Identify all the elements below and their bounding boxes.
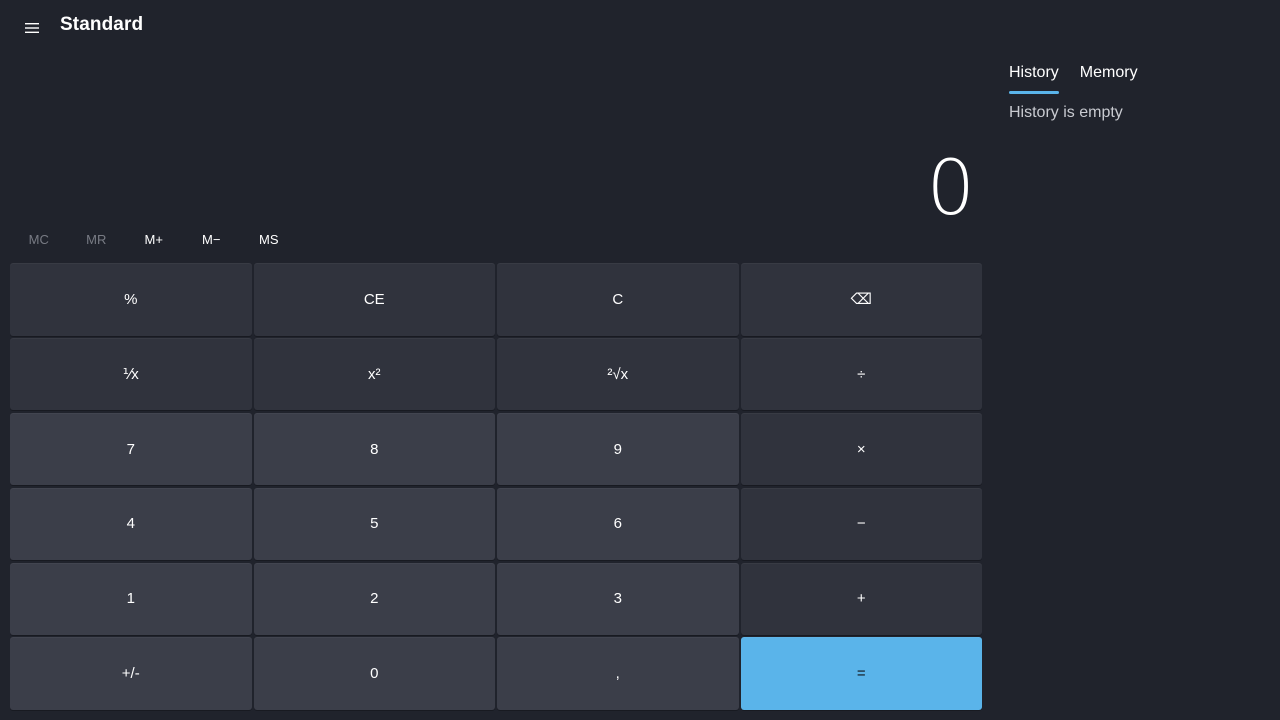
reciprocal-label: ⅟x (122, 366, 139, 384)
digit-8-button[interactable]: 8 (253, 412, 495, 486)
tab-history[interactable]: History (1009, 64, 1059, 94)
add-button[interactable]: + (740, 562, 982, 636)
digit-6-button[interactable]: 6 (497, 487, 739, 561)
digit-8-label: 8 (370, 440, 379, 458)
side-panel-tabs: History Memory (1009, 64, 1138, 94)
memory-button-mminus[interactable]: M− (183, 224, 241, 254)
digit-0-label: 0 (370, 665, 379, 683)
decimal-label: , (615, 665, 620, 683)
reciprocal-button[interactable]: ⅟x (10, 337, 252, 411)
clear-entry-label: CE (363, 290, 385, 308)
square-root-button[interactable]: ²√x (497, 337, 739, 411)
digit-1-label: 1 (126, 590, 135, 608)
digit-3-button[interactable]: 3 (497, 562, 739, 636)
digit-7-button[interactable]: 7 (10, 412, 252, 486)
digit-9-button[interactable]: 9 (497, 412, 739, 486)
divide-button[interactable]: ÷ (740, 337, 982, 411)
decimal-button[interactable]: , (497, 637, 739, 710)
square-root-label: ²√x (607, 365, 629, 383)
square-button[interactable]: x² (253, 337, 495, 411)
negate-label: +/- (121, 665, 140, 683)
add-label: + (856, 590, 866, 608)
memory-button-ms[interactable]: MS (240, 224, 298, 254)
memory-button-mr: MR (86, 231, 107, 247)
memory-button-mc: MC (28, 231, 49, 247)
mode-title: Standard (60, 14, 144, 35)
equals-button[interactable]: = (740, 637, 982, 710)
digit-0-button[interactable]: 0 (253, 637, 495, 710)
memory-controls: MC MR M+ M− MS (10, 224, 298, 254)
clear-entry-button[interactable]: CE (253, 263, 495, 336)
history-empty-message: History is empty (1009, 104, 1123, 121)
digit-7-label: 7 (126, 440, 135, 458)
clear-button[interactable]: C (497, 263, 739, 336)
tab-memory[interactable]: Memory (1080, 64, 1138, 94)
digit-5-label: 5 (370, 515, 379, 533)
hamburger-menu-icon[interactable] (16, 12, 48, 44)
digit-4-label: 4 (126, 515, 135, 533)
backspace-label: ⌫ (850, 291, 872, 309)
equals-label: = (856, 665, 866, 683)
result-display: 0 (926, 143, 975, 232)
digit-9-label: 9 (613, 440, 622, 458)
memory-button-mplus[interactable]: M+ (125, 224, 183, 254)
calculator-window: Standard 0 MC MR M+ M− MS % CE C ⌫ ⅟x x² ²√x ÷ 7 8 9 × 4… (0, 0, 1280, 720)
digit-3-label: 3 (613, 590, 622, 608)
subtract-label: − (856, 515, 866, 533)
clear-label: C (612, 290, 624, 308)
square-label: x² (368, 365, 381, 383)
multiply-button[interactable]: × (740, 412, 982, 486)
digit-1-button[interactable]: 1 (10, 562, 252, 636)
digit-2-label: 2 (370, 590, 379, 608)
keypad: % CE C ⌫ ⅟x x² ²√x ÷ 7 8 9 × 4 5 6 − 1 2 3 + +/- 0, = (10, 263, 982, 710)
multiply-label: × (856, 440, 866, 458)
percent-button[interactable]: % (10, 263, 252, 336)
digit-4-button[interactable]: 4 (10, 487, 252, 561)
negate-button[interactable]: +/- (10, 637, 252, 710)
divide-label: ÷ (857, 365, 866, 383)
digit-2-button[interactable]: 2 (253, 562, 495, 636)
subtract-button[interactable]: − (740, 487, 982, 561)
digit-6-label: 6 (613, 515, 622, 533)
percent-label: % (124, 290, 138, 308)
digit-5-button[interactable]: 5 (253, 487, 495, 561)
backspace-button[interactable]: ⌫ (740, 263, 982, 336)
